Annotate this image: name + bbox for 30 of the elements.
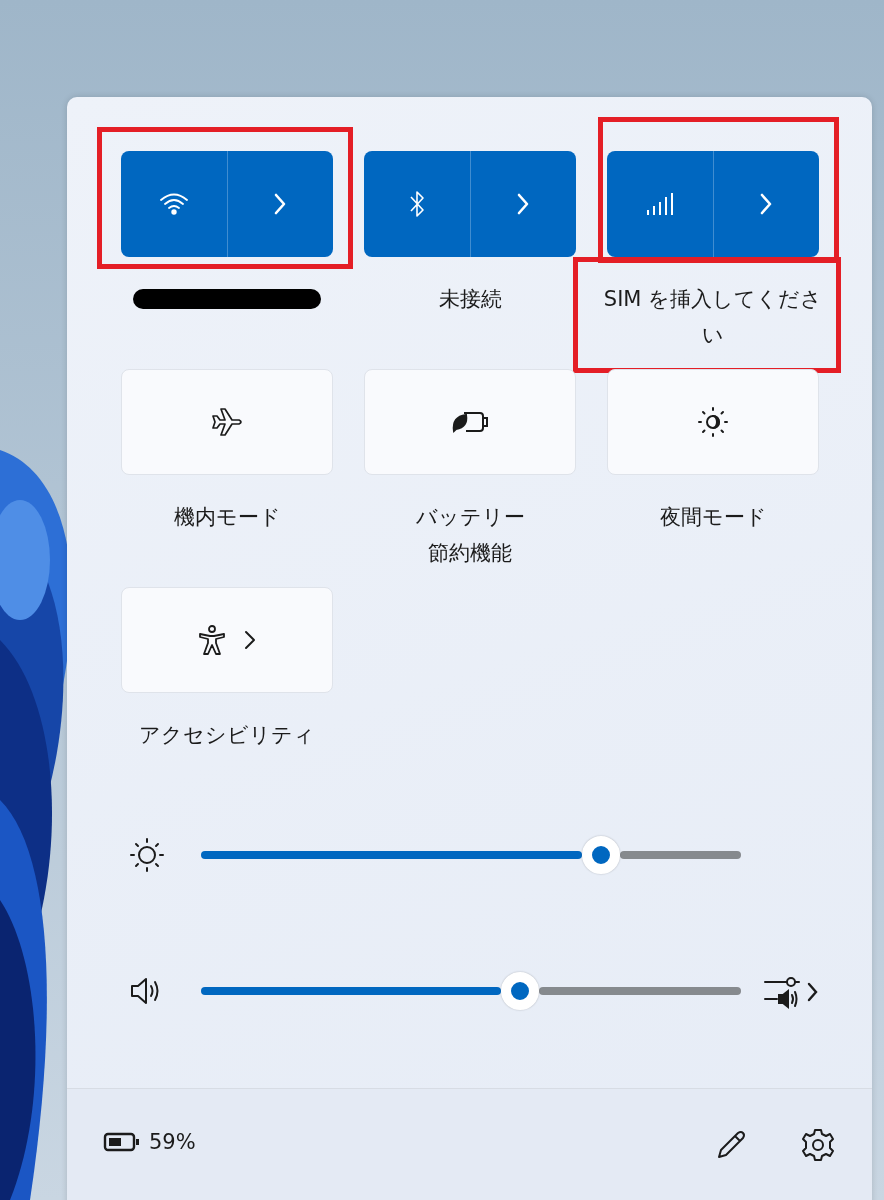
settings-button[interactable]: [800, 1127, 836, 1163]
airplane-icon: [210, 407, 244, 437]
night-light-icon: [696, 405, 730, 439]
battery-leaf-icon: [450, 409, 490, 435]
wifi-icon: [158, 192, 189, 216]
chevron-icon: [759, 192, 774, 216]
signal-bars-icon: [644, 192, 675, 216]
chevron-icon: [244, 630, 256, 650]
volume-slider[interactable]: [201, 972, 741, 1010]
tile-label: 機内モード: [172, 504, 282, 531]
tile-label: アクセシビリティ: [138, 722, 316, 749]
bluetooth-icon: [408, 190, 425, 218]
brightness-icon: [127, 835, 167, 875]
tile-label: 未接続: [437, 286, 503, 313]
airplane-mode-button[interactable]: [121, 369, 333, 475]
chevron-icon: [273, 192, 288, 216]
tile-label: 夜間モード: [658, 504, 768, 531]
accessibility-button[interactable]: [121, 587, 333, 693]
battery-icon: [103, 1131, 141, 1153]
chevron-icon: [516, 192, 531, 216]
brightness-slider[interactable]: [201, 836, 741, 874]
slider-thumb[interactable]: [581, 836, 620, 874]
accessibility-icon: [198, 624, 226, 656]
settings-icon: [800, 1127, 836, 1163]
battery-percentage: 59%: [149, 1130, 196, 1154]
night-light-button[interactable]: [607, 369, 819, 475]
slider-thumb[interactable]: [500, 972, 539, 1010]
battery-saver-button[interactable]: [364, 369, 576, 475]
tile-label: バッテリー節約機能: [414, 504, 526, 567]
tile-label: SIM を挿入してください: [602, 286, 824, 349]
